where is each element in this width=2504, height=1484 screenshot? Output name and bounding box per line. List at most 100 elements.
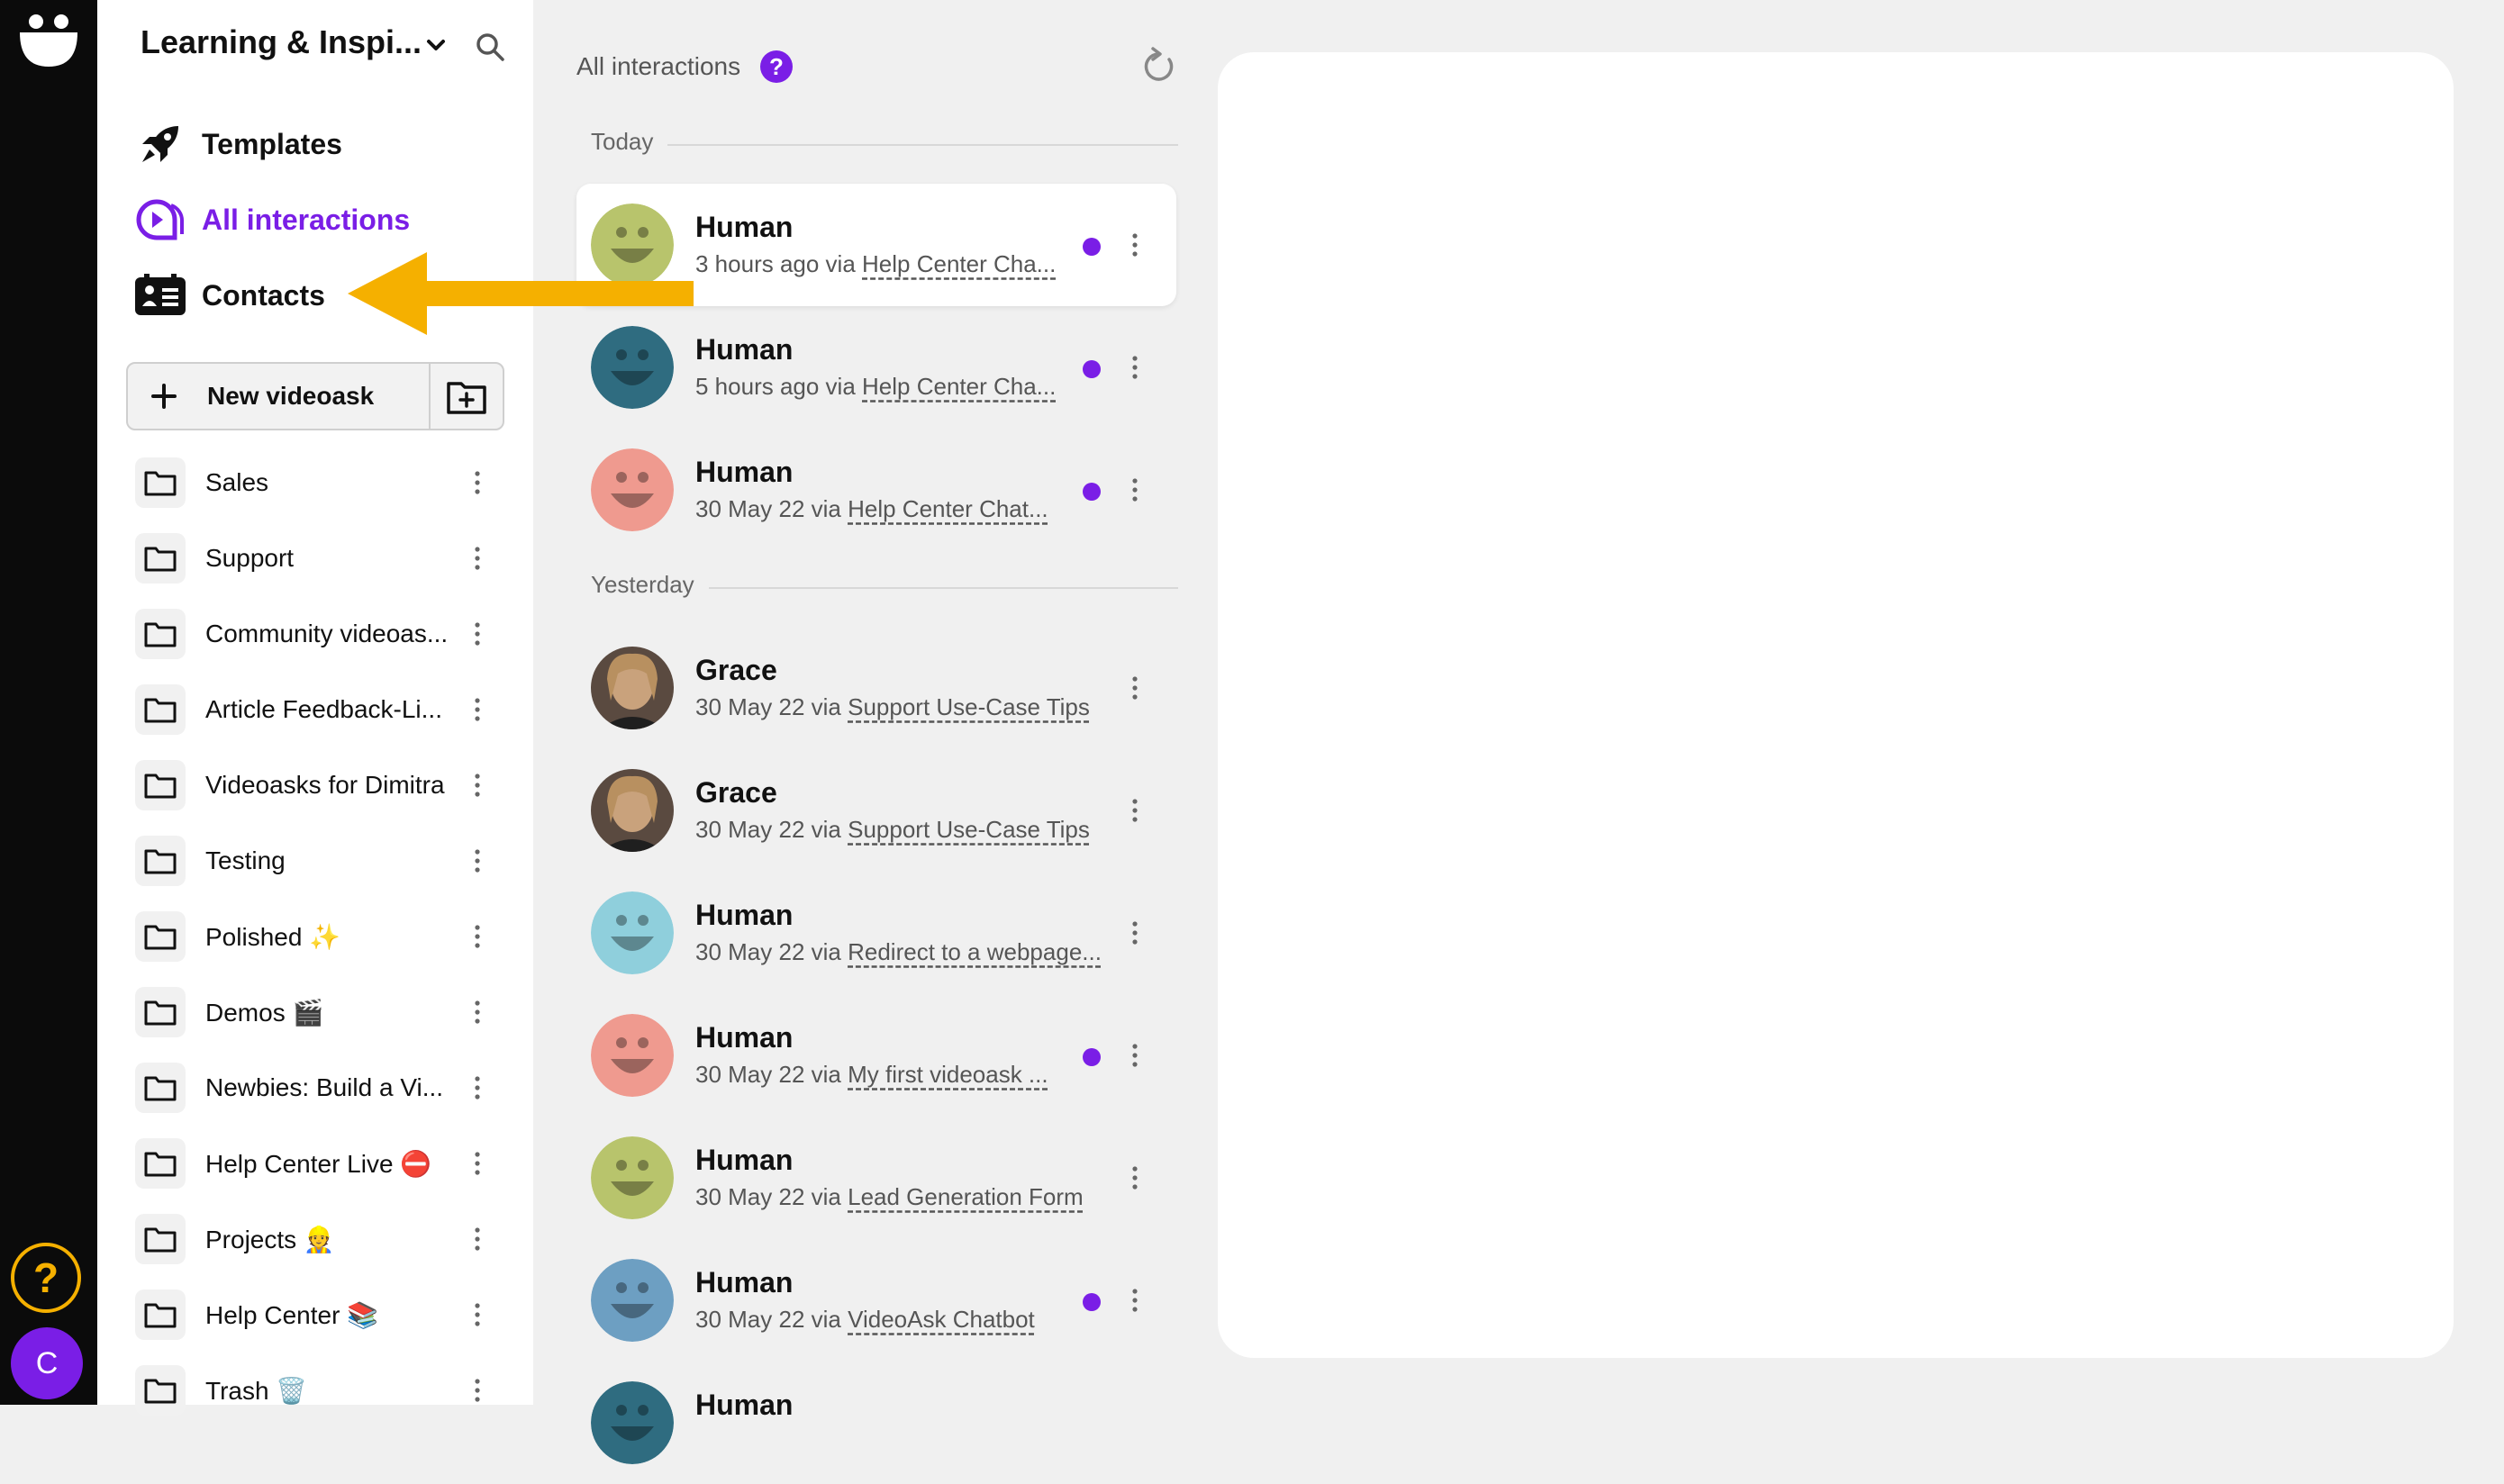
folder-item[interactable]: Testing: [135, 832, 495, 890]
videoask-source-link[interactable]: Help Center Cha...: [862, 373, 1056, 400]
workspace-title[interactable]: Learning & Inspi...: [141, 23, 422, 61]
folder-icon: [135, 609, 186, 659]
folder-item[interactable]: Polished ✨: [135, 908, 495, 965]
plus-icon: [151, 384, 177, 409]
nav-templates[interactable]: Templates: [135, 119, 342, 169]
interaction-time: 30 May 22 via: [695, 1183, 841, 1210]
interaction-time: 30 May 22 via: [695, 816, 841, 843]
more-vertical-icon[interactable]: [470, 1149, 485, 1178]
interaction-row[interactable]: Human 30 May 22 via VideoAsk Chatbot: [576, 1239, 1176, 1362]
avatar: [591, 1014, 674, 1097]
more-vertical-icon[interactable]: [470, 620, 485, 648]
folder-name: Polished ✨: [205, 923, 341, 951]
contact-name: Human: [695, 1144, 794, 1176]
interaction-meta: 30 May 22 via Redirect to a webpage...: [695, 938, 1102, 966]
chat-play-icon: [135, 195, 186, 245]
help-badge[interactable]: ?: [760, 50, 793, 83]
nav-all-interactions-label: All interactions: [202, 203, 411, 236]
section-yesterday-label: Yesterday: [591, 571, 709, 598]
folder-item[interactable]: Support: [135, 529, 495, 587]
more-vertical-icon[interactable]: [1128, 1286, 1142, 1315]
contact-name: Human: [695, 456, 794, 488]
help-button[interactable]: ?: [11, 1243, 81, 1313]
videoask-source-link[interactable]: Help Center Chat...: [848, 495, 1048, 522]
more-vertical-icon[interactable]: [1128, 231, 1142, 259]
videoask-source-link[interactable]: My first videoask ...: [848, 1061, 1048, 1088]
unread-dot: [1083, 1293, 1101, 1311]
more-vertical-icon[interactable]: [470, 468, 485, 497]
interaction-meta: 30 May 22 via Lead Generation Form: [695, 1183, 1084, 1211]
refresh-icon[interactable]: [1139, 47, 1178, 86]
interaction-time: 30 May 22 via: [695, 938, 841, 965]
more-vertical-icon[interactable]: [1128, 353, 1142, 382]
interaction-row[interactable]: Human: [576, 1362, 1176, 1484]
interaction-row[interactable]: Human 30 May 22 via Help Center Chat...: [576, 429, 1176, 551]
interaction-row[interactable]: Grace 30 May 22 via Support Use-Case Tips: [576, 627, 1176, 749]
videoask-source-link[interactable]: Help Center Cha...: [862, 250, 1056, 277]
list-title: All interactions: [576, 52, 741, 80]
more-vertical-icon[interactable]: [1128, 1041, 1142, 1070]
videoask-source-link[interactable]: Support Use-Case Tips: [848, 693, 1090, 720]
detail-panel: [1218, 52, 2454, 1358]
new-videoask-button[interactable]: New videoask: [126, 362, 504, 430]
nav-contacts[interactable]: Contacts: [135, 270, 325, 321]
unread-dot: [1083, 238, 1101, 256]
more-vertical-icon[interactable]: [470, 544, 485, 573]
folder-item[interactable]: Community videoas...: [135, 605, 495, 663]
folder-name: Projects 👷: [205, 1226, 335, 1253]
interaction-row[interactable]: Human 30 May 22 via My first videoask ...: [576, 994, 1176, 1117]
folder-item[interactable]: Help Center 📚: [135, 1286, 495, 1344]
videoask-logo-icon[interactable]: [16, 13, 81, 70]
videoask-source-link[interactable]: Support Use-Case Tips: [848, 816, 1090, 843]
interaction-row[interactable]: Grace 30 May 22 via Support Use-Case Tips: [576, 749, 1176, 872]
more-vertical-icon[interactable]: [470, 998, 485, 1027]
more-vertical-icon[interactable]: [470, 1300, 485, 1329]
contact-name: Grace: [695, 654, 777, 686]
videoask-source-link[interactable]: Redirect to a webpage...: [848, 938, 1102, 965]
more-vertical-icon[interactable]: [470, 846, 485, 875]
contacts-card-icon: [135, 270, 186, 321]
folder-name: Sales: [205, 468, 269, 496]
nav-contacts-label: Contacts: [202, 278, 325, 312]
interaction-row[interactable]: Human 30 May 22 via Lead Generation Form: [576, 1117, 1176, 1239]
folder-item[interactable]: Demos 🎬: [135, 983, 495, 1041]
contact-name: Human: [695, 1266, 794, 1298]
more-vertical-icon[interactable]: [1128, 674, 1142, 702]
folder-item[interactable]: Sales: [135, 454, 495, 511]
folder-icon: [135, 836, 186, 886]
more-vertical-icon[interactable]: [470, 771, 485, 800]
more-vertical-icon[interactable]: [1128, 918, 1142, 947]
folder-item[interactable]: Projects 👷: [135, 1210, 495, 1268]
more-vertical-icon[interactable]: [1128, 796, 1142, 825]
folder-icon: [135, 1365, 186, 1416]
videoask-source-link[interactable]: Lead Generation Form: [848, 1183, 1084, 1210]
avatar: [591, 891, 674, 974]
user-avatar[interactable]: C: [11, 1327, 83, 1399]
folder-item[interactable]: Videoasks for Dimitra: [135, 756, 495, 814]
videoask-source-link[interactable]: VideoAsk Chatbot: [848, 1306, 1035, 1333]
folder-icon: [135, 457, 186, 508]
folder-item[interactable]: Trash 🗑️: [135, 1362, 495, 1419]
interaction-time: 30 May 22 via: [695, 1061, 841, 1088]
interaction-row[interactable]: Human 30 May 22 via Redirect to a webpage…: [576, 872, 1176, 994]
more-vertical-icon[interactable]: [470, 922, 485, 951]
section-today-label: Today: [591, 128, 668, 155]
more-vertical-icon[interactable]: [470, 1225, 485, 1253]
more-vertical-icon[interactable]: [470, 1376, 485, 1405]
folder-name: Videoasks for Dimitra: [205, 771, 445, 799]
folder-name: Trash 🗑️: [205, 1377, 308, 1405]
folder-item[interactable]: Article Feedback-Li...: [135, 681, 495, 738]
interaction-meta: 5 hours ago via Help Center Cha...: [695, 373, 1056, 401]
avatar: [591, 1381, 674, 1464]
chevron-down-icon[interactable]: [422, 31, 450, 59]
folder-item[interactable]: Help Center Live ⛔: [135, 1135, 495, 1192]
more-vertical-icon[interactable]: [1128, 1163, 1142, 1192]
folder-name: Demos 🎬: [205, 999, 324, 1027]
more-vertical-icon[interactable]: [1128, 475, 1142, 504]
more-vertical-icon[interactable]: [470, 1073, 485, 1102]
nav-all-interactions[interactable]: All interactions: [135, 195, 410, 245]
more-vertical-icon[interactable]: [470, 695, 485, 724]
search-icon[interactable]: [474, 31, 506, 63]
add-folder-icon[interactable]: [445, 376, 488, 416]
folder-item[interactable]: Newbies: Build a Vi...: [135, 1059, 495, 1117]
